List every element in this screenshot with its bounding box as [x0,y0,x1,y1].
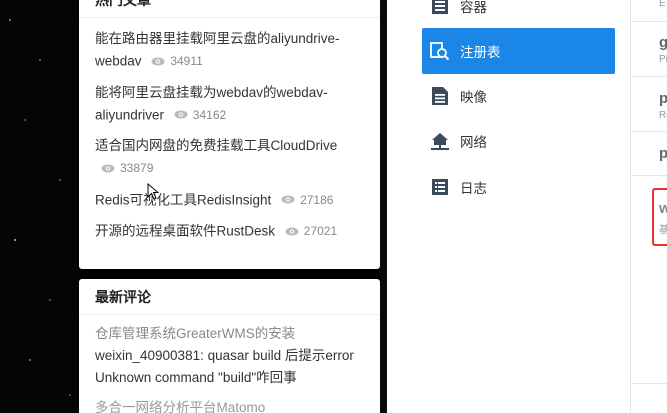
hot-articles-list: 能在路由器里挂载阿里云盘的aliyundrive-webdav 34911 能将… [79,18,380,243]
hot-article-link[interactable]: 开源的远程桌面软件RustDesk [95,224,275,239]
eye-icon [151,57,165,65]
right-row-initial: p [659,145,667,162]
mouse-cursor-icon [147,183,159,200]
nav-item-registry[interactable]: 注册表 [422,28,615,74]
right-row-initial: g [659,34,667,51]
nav-item-image[interactable]: 映像 [422,73,615,119]
hot-article-link[interactable]: 适合国内网盘的免费挂载工具CloudDrive [95,138,337,153]
right-row-initial: p [659,90,667,107]
hot-articles-panel: 热门文章 能在路由器里挂载阿里云盘的aliyundrive-webdav 349… [79,0,380,269]
right-row-subtitle: Re [659,110,667,121]
view-count: 34162 [174,104,226,126]
nav-panel: 容器 注册表 映像 网络 日志 [387,0,630,413]
right-panel: E g Pi p Re p w 基 [630,0,667,413]
hot-article-link[interactable]: 能在路由器里挂载阿里云盘的aliyundrive-webdav [95,31,340,69]
comment-text[interactable]: weixin_40900381: quasar build 后提示error U… [95,345,364,389]
right-divider [631,383,667,384]
registry-icon [430,41,450,61]
container-icon [430,0,450,16]
nav-item-label: 注册表 [460,45,501,60]
comment-article-link[interactable]: 仓库管理系统GreaterWMS的安装 [95,323,364,345]
hot-article-item[interactable]: 能将阿里云盘挂载为webdav的webdav-aliyundriver 3416… [95,82,364,127]
view-count: 27186 [281,189,333,211]
view-count-value: 27021 [303,224,338,238]
nav-item-label: 映像 [460,90,487,105]
right-row[interactable]: g Pi [631,22,667,77]
right-row-subtitle: Pi [659,54,667,65]
view-count-value: 33879 [120,161,154,175]
latest-comments-title: 最新评论 [79,279,380,315]
starfield-background [0,0,79,413]
right-row[interactable]: p Re [631,77,667,132]
right-row-initial[interactable]: w [659,200,667,217]
right-row-subtitle: 基 [659,225,667,236]
view-count: 34911 [151,50,203,72]
hot-article-item[interactable]: 适合国内网盘的免费挂载工具CloudDrive 33879 [95,135,364,180]
nav-item-log[interactable]: 日志 [422,164,615,210]
log-icon [430,177,450,197]
eye-icon [281,195,295,204]
nav-item-label: 日志 [460,181,487,196]
hot-article-link[interactable]: Redis可视化工具RedisInsight [95,192,271,207]
eye-icon [101,164,115,172]
nav-item-container[interactable]: 容器 [422,0,615,29]
nav-item-label: 网络 [460,135,487,150]
view-count: 27021 [285,220,337,242]
comment-article-link[interactable]: 多合一网络分析平台Matomo [95,397,364,413]
eye-icon [285,227,299,235]
view-count: 33879 [101,157,153,179]
network-icon [430,131,450,151]
hot-article-item[interactable]: 开源的远程桌面软件RustDesk 27021 [95,220,364,243]
eye-icon [174,110,188,119]
nav-item-network[interactable]: 网络 [422,118,615,164]
hot-article-item[interactable]: 能在路由器里挂载阿里云盘的aliyundrive-webdav 34911 [95,28,364,73]
view-count-value: 27186 [300,192,334,207]
selected-highlight [652,188,667,246]
hot-article-item[interactable]: Redis可视化工具RedisInsight 27186 [95,189,364,212]
latest-comments-panel: 最新评论 仓库管理系统GreaterWMS的安装 weixin_40900381… [79,279,380,413]
right-row[interactable]: p [631,132,667,176]
comment-list: 仓库管理系统GreaterWMS的安装 weixin_40900381: qua… [79,315,380,413]
image-icon [430,86,450,106]
divider-strip [380,0,387,413]
hot-articles-title: 热门文章 [79,0,380,18]
right-row [631,0,667,22]
view-count-value: 34162 [192,107,227,122]
view-count-value: 34911 [170,54,203,68]
nav-item-label: 容器 [460,0,487,15]
